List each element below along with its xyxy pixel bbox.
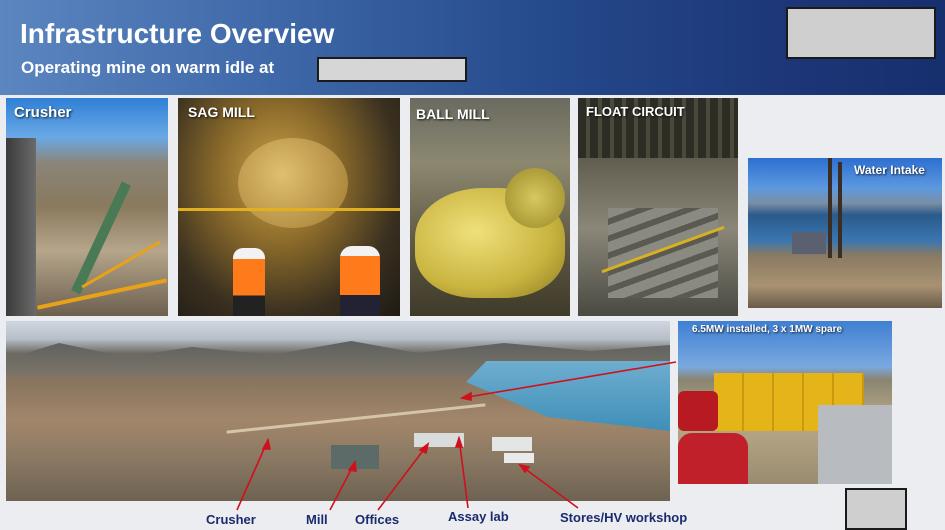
vehicle xyxy=(678,391,718,431)
ball-mill-end xyxy=(505,168,565,228)
redacted-location xyxy=(317,57,467,82)
photo-ball-mill: BALL MILL xyxy=(410,98,570,316)
site-label-crusher: Crusher xyxy=(206,512,256,527)
walkway-rail xyxy=(178,208,400,211)
site-label-stores: Stores/HV workshop xyxy=(560,510,688,525)
vehicle xyxy=(678,433,748,484)
label-crusher: Crusher xyxy=(14,104,72,121)
power-pole xyxy=(838,162,842,258)
worker xyxy=(340,246,380,316)
redacted-logo xyxy=(786,7,936,59)
photo-crusher: Crusher xyxy=(6,98,168,316)
site-label-assay-lab: Assay lab xyxy=(448,509,509,524)
intake-hut xyxy=(792,232,826,254)
page-subtitle: Operating mine on warm idle at xyxy=(21,58,275,77)
label-sag-mill: SAG MILL xyxy=(188,104,255,120)
photo-power-generation: 6.5MW installed, 3 x 1MW spare xyxy=(678,321,892,484)
site-label-mill: Mill xyxy=(306,512,328,527)
label-water-intake: Water Intake xyxy=(854,163,925,177)
worker xyxy=(233,248,265,316)
redacted-page-number xyxy=(845,488,907,530)
flotation-cells xyxy=(608,208,718,298)
container xyxy=(818,405,892,484)
lake xyxy=(466,361,670,431)
workshop-building xyxy=(504,453,534,463)
site-label-offices: Offices xyxy=(355,512,400,527)
stores-building xyxy=(492,437,532,451)
label-power: 6.5MW installed, 3 x 1MW spare xyxy=(692,324,843,335)
photo-float-circuit: FLOAT CIRCUIT xyxy=(578,98,738,316)
photo-site-aerial xyxy=(6,321,670,501)
handrail xyxy=(37,278,167,310)
header-banner: Infrastructure Overview Operating mine o… xyxy=(0,0,945,95)
sag-mill-drum xyxy=(238,138,348,228)
photo-water-intake: Water Intake xyxy=(748,158,942,308)
crusher-structure xyxy=(6,138,36,316)
power-pole xyxy=(828,158,832,258)
haul-road xyxy=(226,403,486,434)
label-ball-mill: BALL MILL xyxy=(416,106,490,122)
label-float-circuit: FLOAT CIRCUIT xyxy=(586,104,685,119)
mill-building xyxy=(331,445,379,469)
page-title: Infrastructure Overview xyxy=(20,18,335,49)
offices-building xyxy=(414,433,464,447)
photo-sag-mill: SAG MILL xyxy=(178,98,400,316)
